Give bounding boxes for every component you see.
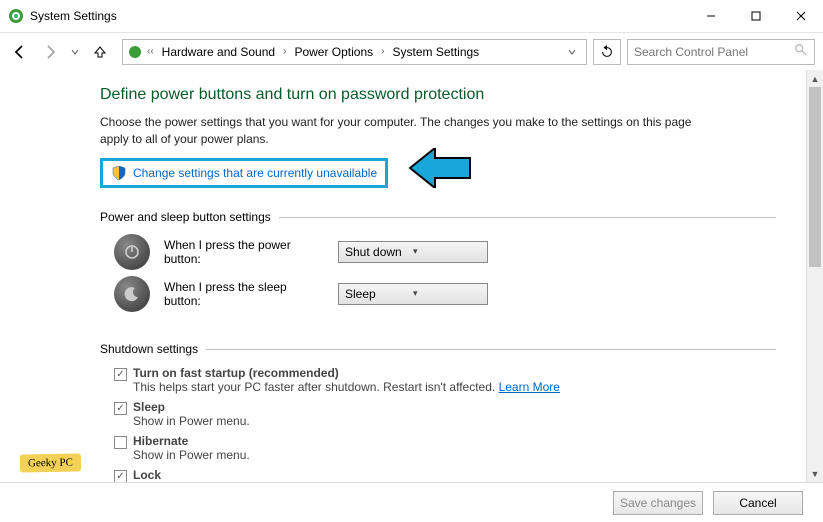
- checkbox-desc: This helps start your PC faster after sh…: [133, 380, 776, 394]
- power-button-label: When I press the power button:: [164, 238, 324, 266]
- address-icon: [127, 44, 143, 60]
- history-chevron-icon[interactable]: [68, 40, 82, 64]
- checkbox-row: Turn on fast startup (recommended)This h…: [114, 366, 776, 394]
- minimize-button[interactable]: [688, 1, 733, 31]
- search-input[interactable]: [634, 45, 794, 59]
- crumb-power-options[interactable]: Power Options: [290, 43, 377, 61]
- chevron-down-icon: ▾: [413, 246, 481, 257]
- scroll-down-icon[interactable]: ▼: [807, 465, 823, 482]
- window-title: System Settings: [30, 9, 117, 23]
- sleep-icon: [114, 276, 150, 312]
- address-dropdown-icon[interactable]: [562, 45, 582, 59]
- checkbox[interactable]: [114, 436, 127, 449]
- forward-button[interactable]: [38, 40, 62, 64]
- vertical-scrollbar[interactable]: ▲ ▼: [806, 70, 823, 482]
- refresh-button[interactable]: [593, 39, 621, 65]
- chevron-right-icon: ›: [283, 46, 286, 57]
- search-icon: [794, 43, 808, 60]
- back-button[interactable]: [8, 40, 32, 64]
- page-intro: Choose the power settings that you want …: [100, 114, 700, 148]
- checkbox-desc: Show in Power menu.: [133, 414, 776, 428]
- scroll-thumb[interactable]: [809, 87, 821, 267]
- divider: [206, 349, 776, 350]
- app-icon: [8, 8, 24, 24]
- up-button[interactable]: [88, 40, 112, 64]
- chevron-down-icon: ▾: [413, 288, 481, 299]
- chevron-right-icon: ‹‹: [147, 46, 154, 57]
- close-button[interactable]: [778, 1, 823, 31]
- crumb-system-settings[interactable]: System Settings: [388, 43, 483, 61]
- shield-icon: [111, 165, 127, 181]
- checkbox[interactable]: [114, 402, 127, 415]
- save-button[interactable]: Save changes: [613, 491, 703, 515]
- sleep-button-label: When I press the sleep button:: [164, 280, 324, 308]
- chevron-right-icon: ›: [381, 46, 384, 57]
- checkbox[interactable]: [114, 368, 127, 381]
- checkbox-row: LockShow in account picture menu.: [114, 468, 776, 482]
- divider: [279, 217, 776, 218]
- power-button-dropdown[interactable]: Shut down▾: [338, 241, 488, 263]
- checkbox[interactable]: [114, 470, 127, 482]
- watermark: Geeky PC: [20, 453, 81, 472]
- page-title: Define power buttons and turn on passwor…: [100, 86, 776, 104]
- checkbox-title: Sleep: [133, 400, 776, 414]
- change-settings-label: Change settings that are currently unava…: [133, 166, 377, 180]
- checkbox-desc: Show in Power menu.: [133, 448, 776, 462]
- maximize-button[interactable]: [733, 1, 778, 31]
- section-shutdown-title: Shutdown settings: [100, 342, 198, 356]
- checkbox-row: SleepShow in Power menu.: [114, 400, 776, 428]
- checkbox-title: Hibernate: [133, 434, 776, 448]
- section-buttons-title: Power and sleep button settings: [100, 210, 271, 224]
- search-box[interactable]: [627, 39, 815, 65]
- cancel-button[interactable]: Cancel: [713, 491, 803, 515]
- checkbox-title: Lock: [133, 468, 776, 482]
- scroll-up-icon[interactable]: ▲: [807, 70, 823, 87]
- crumb-hardware[interactable]: Hardware and Sound: [158, 43, 279, 61]
- checkbox-row: HibernateShow in Power menu.: [114, 434, 776, 462]
- power-icon: [114, 234, 150, 270]
- change-settings-link[interactable]: Change settings that are currently unava…: [100, 158, 388, 188]
- sleep-button-dropdown[interactable]: Sleep▾: [338, 283, 488, 305]
- learn-more-link[interactable]: Learn More: [499, 380, 560, 394]
- breadcrumb[interactable]: ‹‹ Hardware and Sound › Power Options › …: [122, 39, 587, 65]
- checkbox-title: Turn on fast startup (recommended): [133, 366, 776, 380]
